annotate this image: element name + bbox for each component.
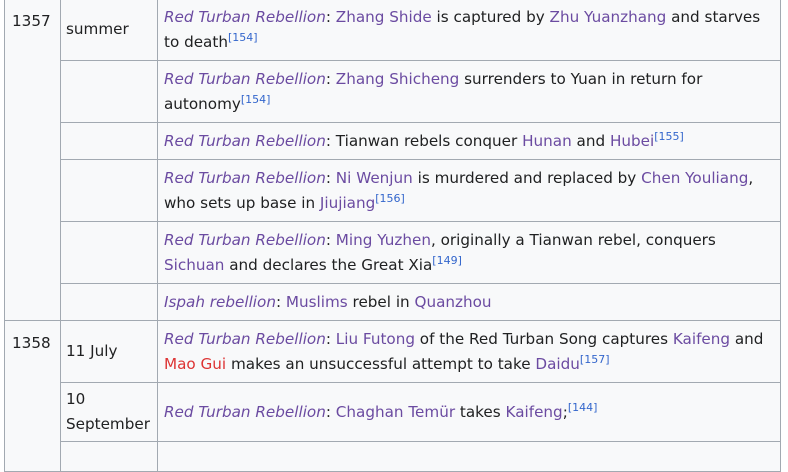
table-row: Red Turban Rebellion: Zhang Shicheng sur…	[5, 60, 781, 123]
event-cell: Red Turban Rebellion: Tianwan rebels con…	[157, 122, 781, 160]
citation-link[interactable]: [155]	[654, 130, 684, 143]
link-kaifeng[interactable]: Kaifeng	[506, 403, 563, 421]
event-text: and	[571, 132, 610, 150]
year-label: 1358	[12, 334, 51, 352]
citation-link[interactable]: [144]	[568, 401, 598, 414]
separator: :	[325, 169, 336, 187]
link-kaifeng[interactable]: Kaifeng	[673, 330, 730, 348]
event-text: is captured by	[431, 8, 550, 26]
event-text: is murdered and replaced by	[412, 169, 642, 187]
date-cell	[60, 441, 158, 472]
event-cell: Red Turban Rebellion: Ni Wenjun is murde…	[157, 159, 781, 222]
year-cell: 1357	[4, 0, 61, 321]
event-text: and	[730, 330, 764, 348]
event-text: makes an unsuccessful attempt to take	[226, 355, 536, 373]
event-cell: Red Turban Rebellion: Liu Futong of the …	[157, 320, 781, 383]
date-cell: summer	[60, 0, 158, 61]
citation: [149]	[432, 254, 462, 267]
date-cell	[60, 221, 158, 284]
topic-link-red-turban-rebellion[interactable]: Red Turban Rebellion	[164, 132, 326, 150]
event-cell	[157, 441, 781, 472]
separator: :	[325, 132, 336, 150]
link-ming-yuzhen[interactable]: Ming Yuzhen	[336, 231, 431, 249]
citation: [144]	[568, 401, 598, 414]
citation: [154]	[241, 93, 271, 106]
event-cell: Red Turban Rebellion: Chaghan Temür take…	[157, 382, 781, 442]
link-quanzhou[interactable]: Quanzhou	[415, 293, 492, 311]
citation-link[interactable]: [156]	[375, 192, 405, 205]
event-text: Tianwan rebels conquer	[335, 132, 523, 150]
topic-link-red-turban-rebellion[interactable]: Red Turban Rebellion	[164, 70, 326, 88]
event-text: of the Red Turban Song captures	[414, 330, 673, 348]
date-cell	[60, 122, 158, 160]
table-row: Ispah rebellion: Muslims rebel in Quanzh…	[5, 283, 781, 321]
date-cell	[60, 159, 158, 222]
citation: [156]	[375, 192, 405, 205]
topic-link-red-turban-rebellion[interactable]: Red Turban Rebellion	[164, 169, 326, 187]
event-text: rebel in	[347, 293, 415, 311]
table-row: Red Turban Rebellion: Ming Yuzhen, origi…	[5, 221, 781, 284]
date-label: 11 July	[66, 342, 118, 360]
redlink-mao-gui[interactable]: Mao Gui	[164, 355, 226, 373]
event-text: and declares the Great Xia	[224, 256, 433, 274]
event-text: takes	[455, 403, 506, 421]
citation-link[interactable]: [154]	[228, 31, 258, 44]
event-cell: Red Turban Rebellion: Zhang Shicheng sur…	[157, 60, 781, 123]
table-row: Red Turban Rebellion: Ni Wenjun is murde…	[5, 159, 781, 222]
link-daidu[interactable]: Daidu	[535, 355, 580, 373]
table-row	[5, 441, 781, 472]
event-text: , originally a Tianwan rebel, conquers	[430, 231, 716, 249]
separator: :	[325, 330, 336, 348]
date-cell: 10 September	[60, 382, 158, 442]
separator: :	[275, 293, 286, 311]
citation: [154]	[228, 31, 258, 44]
date-cell	[60, 60, 158, 123]
link-sichuan[interactable]: Sichuan	[164, 256, 224, 274]
citation-link[interactable]: [157]	[580, 353, 610, 366]
table-row: 10 September Red Turban Rebellion: Chagh…	[5, 382, 781, 442]
event-cell: Ispah rebellion: Muslims rebel in Quanzh…	[157, 283, 781, 321]
link-liu-futong[interactable]: Liu Futong	[336, 330, 415, 348]
year-cell: 1358	[4, 320, 61, 472]
link-zhang-shicheng[interactable]: Zhang Shicheng	[336, 70, 460, 88]
separator: :	[325, 231, 336, 249]
citation: [157]	[580, 353, 610, 366]
date-label: 10 September	[66, 390, 150, 433]
event-cell: Red Turban Rebellion: Ming Yuzhen, origi…	[157, 221, 781, 284]
separator: :	[325, 70, 336, 88]
table-row: 1357 summer Red Turban Rebellion: Zhang …	[4, 0, 781, 321]
link-zhang-shide[interactable]: Zhang Shide	[336, 8, 432, 26]
topic-link-red-turban-rebellion[interactable]: Red Turban Rebellion	[164, 330, 326, 348]
date-cell: 11 July	[60, 320, 158, 383]
citation-link[interactable]: [149]	[432, 254, 462, 267]
timeline-table: 1357 summer Red Turban Rebellion: Zhang …	[4, 0, 781, 472]
year-label: 1357	[12, 12, 51, 30]
link-chaghan-tem-r[interactable]: Chaghan Temür	[336, 403, 455, 421]
table-row: 1358 11 July Red Turban Rebellion: Liu F…	[4, 320, 781, 472]
table-row: Red Turban Rebellion: Tianwan rebels con…	[5, 122, 781, 160]
link-hubei[interactable]: Hubei	[610, 132, 654, 150]
link-jiujiang[interactable]: Jiujiang	[320, 194, 375, 212]
link-chen-youliang[interactable]: Chen Youliang	[641, 169, 748, 187]
date-cell	[60, 283, 158, 321]
date-label: summer	[66, 20, 129, 38]
link-hunan[interactable]: Hunan	[522, 132, 572, 150]
separator: :	[325, 8, 336, 26]
citation: [155]	[654, 130, 684, 143]
topic-link-red-turban-rebellion[interactable]: Red Turban Rebellion	[164, 8, 326, 26]
separator: :	[325, 403, 336, 421]
topic-link-red-turban-rebellion[interactable]: Red Turban Rebellion	[164, 231, 326, 249]
topic-link-ispah-rebellion[interactable]: Ispah rebellion	[164, 293, 276, 311]
link-ni-wenjun[interactable]: Ni Wenjun	[336, 169, 413, 187]
topic-link-red-turban-rebellion[interactable]: Red Turban Rebellion	[164, 403, 326, 421]
link-muslims[interactable]: Muslims	[286, 293, 348, 311]
link-zhu-yuanzhang[interactable]: Zhu Yuanzhang	[550, 8, 667, 26]
citation-link[interactable]: [154]	[241, 93, 271, 106]
event-cell: Red Turban Rebellion: Zhang Shide is cap…	[157, 0, 781, 61]
